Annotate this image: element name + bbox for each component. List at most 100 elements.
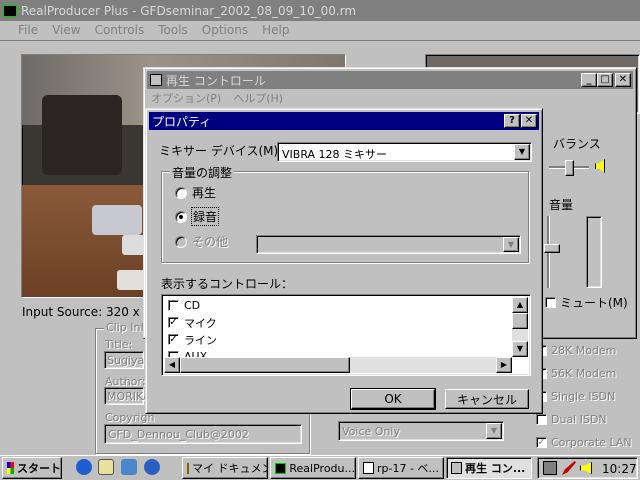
balance-label: バランス <box>553 137 601 151</box>
list-item[interactable]: CD <box>164 297 512 314</box>
pen-tray-icon[interactable] <box>562 461 576 475</box>
app-logo-icon <box>3 4 17 17</box>
controls-list[interactable]: CD ✓ マイク ✓ ライン AUX ▲ ▼ ◀ ▶ <box>161 294 531 376</box>
menu-tools[interactable]: Tools <box>158 23 188 37</box>
task-rp17[interactable]: rp-17 - ベ... <box>358 457 444 479</box>
target-corporate-lan[interactable]: ✓ Corporate LAN <box>536 436 632 449</box>
menu-help[interactable]: Help <box>262 23 289 37</box>
audio-format-select[interactable]: Voice Only ▼ <box>338 421 504 441</box>
radio-other[interactable]: その他 <box>175 233 228 250</box>
task-playback-control[interactable]: 再生 コン... <box>446 457 532 479</box>
control-cd-check[interactable] <box>168 300 179 311</box>
horizontal-scrollbar[interactable]: ◀ ▶ <box>164 357 512 373</box>
speaker-task-icon <box>451 462 462 474</box>
control-line-check[interactable]: ✓ <box>168 334 179 345</box>
clock: 10:27 <box>602 462 637 476</box>
list-item[interactable]: ✓ ライン <box>164 331 512 348</box>
speaker-icon <box>595 159 605 173</box>
menu-options[interactable]: Options <box>202 23 248 37</box>
control-line-label: ライン <box>184 333 217 347</box>
title-field[interactable]: Sugiyam <box>104 351 155 369</box>
mute-checkbox[interactable]: ミュート(M) <box>545 294 628 311</box>
volume-slider[interactable] <box>544 216 574 288</box>
realproducer-titlebar[interactable]: RealProducer Plus - GFDseminar_2002_08_0… <box>0 0 640 21</box>
scroll-right-icon[interactable]: ▶ <box>496 357 512 373</box>
menu-options-jp[interactable]: オプション(P) <box>151 90 221 106</box>
outlook-icon[interactable] <box>98 459 114 475</box>
menu-file[interactable]: File <box>18 23 38 37</box>
properties-titlebar[interactable]: プロパティ ? ✕ <box>149 112 539 130</box>
controls-list-label: 表示するコントロール： <box>161 277 294 291</box>
audio-format-value: Voice Only <box>342 425 400 438</box>
target-single-isdn[interactable]: Single ISDN <box>536 390 615 403</box>
volume-label: 音量 <box>549 198 574 212</box>
target-lan-check[interactable]: ✓ <box>536 437 547 448</box>
menu-controls[interactable]: Controls <box>95 23 145 37</box>
balance-slider[interactable] <box>549 160 589 176</box>
mixer-device-label: ミキサー デバイス(M): <box>159 144 283 158</box>
hscroll-thumb[interactable] <box>180 357 350 373</box>
ok-button[interactable]: OK <box>350 388 436 410</box>
task-realproducer[interactable]: RealProdu... <box>270 457 356 479</box>
chevron-down-icon[interactable]: ▼ <box>503 237 519 252</box>
chevron-down-icon[interactable]: ▼ <box>486 423 502 439</box>
mute-label: ミュート(M) <box>560 296 628 310</box>
menu-help-jp[interactable]: ヘルプ(H) <box>233 90 283 106</box>
scroll-up-icon[interactable]: ▲ <box>512 297 528 313</box>
volume-tray-icon[interactable] <box>580 462 592 474</box>
cancel-button[interactable]: キャンセル <box>445 389 529 409</box>
mute-check[interactable] <box>545 297 556 308</box>
playback-control-titlebar[interactable]: 再生 コントロール _ □ ✕ <box>147 71 633 89</box>
volume-adjust-label: 音量の調整 <box>170 164 235 181</box>
mixer-device-value: VIBRA 128 ミキサー <box>282 148 388 161</box>
radio-other-dot[interactable] <box>175 235 187 248</box>
desktop-icon[interactable] <box>121 459 137 475</box>
vertical-scrollbar[interactable]: ▲ ▼ <box>512 297 528 357</box>
mixer-device-select[interactable]: VIBRA 128 ミキサー ▼ <box>277 142 532 162</box>
chevron-down-icon[interactable]: ▼ <box>514 144 530 160</box>
other-device-select[interactable]: ▼ <box>256 235 521 254</box>
volume-thumb[interactable] <box>544 244 560 253</box>
copyright-value: GFD_Dennou_Club@2002 <box>108 428 249 441</box>
playback-control-title: 再生 コントロール <box>166 73 266 88</box>
radio-record-label: 録音 <box>190 207 220 226</box>
help-button[interactable]: ? <box>504 114 520 128</box>
task-my-documents-label: マイ ドキュメント <box>192 462 267 475</box>
menu-view[interactable]: View <box>52 23 80 37</box>
radio-record[interactable]: 録音 <box>175 207 220 226</box>
scroll-down-icon[interactable]: ▼ <box>512 341 528 357</box>
ie-icon[interactable] <box>76 459 92 475</box>
radio-record-dot[interactable] <box>175 210 187 223</box>
folder-icon <box>187 462 189 474</box>
copyright-field[interactable]: GFD_Dennou_Club@2002 <box>104 424 302 444</box>
network-tray-icon[interactable] <box>543 461 557 475</box>
control-mic-check[interactable]: ✓ <box>168 317 179 328</box>
minimize-button[interactable]: _ <box>581 73 597 87</box>
properties-title: プロパティ <box>152 114 212 129</box>
task-my-documents[interactable]: マイ ドキュメント <box>182 457 268 479</box>
target-dual-isdn-check[interactable] <box>536 414 547 425</box>
properties-dialog: プロパティ ? ✕ ミキサー デバイス(M): VIBRA 128 ミキサー ▼… <box>145 108 543 414</box>
control-cd-label: CD <box>184 299 201 312</box>
radio-playback-label: 再生 <box>192 186 217 200</box>
balance-thumb[interactable] <box>565 160 574 176</box>
start-button[interactable]: スタート <box>2 457 62 479</box>
scroll-thumb[interactable] <box>512 313 528 329</box>
task-rp17-label: rp-17 - ベ... <box>377 462 439 475</box>
radio-playback[interactable]: 再生 <box>175 184 216 201</box>
author-field[interactable]: MORIKA <box>104 387 151 405</box>
scroll-left-icon[interactable]: ◀ <box>164 357 180 373</box>
target-dual-isdn[interactable]: Dual ISDN <box>536 413 607 426</box>
system-tray: 10:27 <box>537 457 638 479</box>
radio-playback-dot[interactable] <box>175 186 187 199</box>
properties-close-button[interactable]: ✕ <box>521 114 537 128</box>
target-28k[interactable]: ✓28K Modem <box>536 344 616 357</box>
playback-menubar: オプション(P) ヘルプ(H) <box>151 90 283 106</box>
channel-icon[interactable] <box>144 459 160 475</box>
maximize-button[interactable]: □ <box>597 73 613 87</box>
list-item[interactable]: ✓ マイク <box>164 314 512 331</box>
target-56k[interactable]: ✓56K Modem <box>536 367 616 380</box>
close-button[interactable]: ✕ <box>615 73 631 87</box>
windows-logo-icon <box>7 462 14 474</box>
control-mic-label: マイク <box>184 316 217 330</box>
